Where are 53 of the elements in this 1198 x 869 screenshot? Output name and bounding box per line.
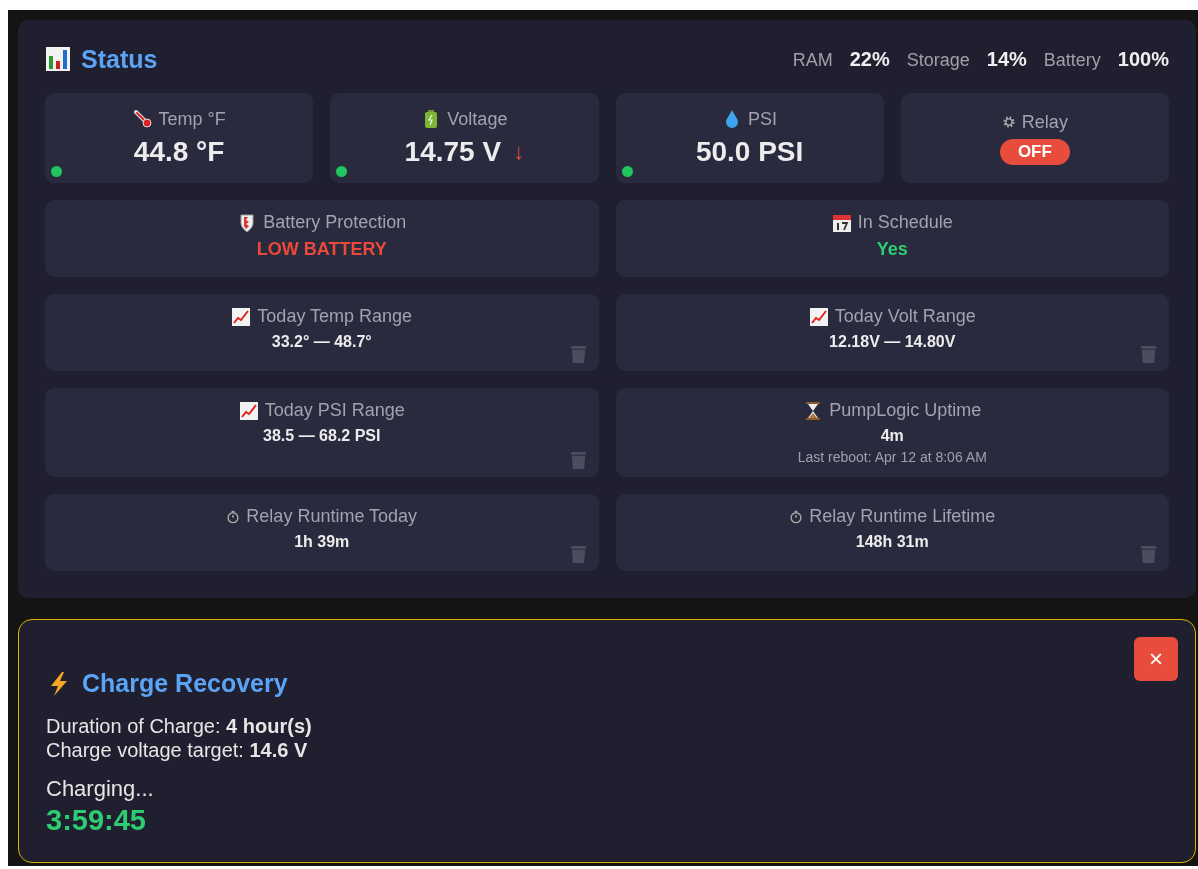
recovery-title: Charge Recovery <box>82 669 288 698</box>
rising-chart-icon <box>231 306 252 327</box>
trash-icon[interactable] <box>1140 545 1157 564</box>
card-value: LOW BATTERY <box>256 239 387 260</box>
card-label: Today PSI Range <box>264 400 405 421</box>
stat-value: 22% <box>849 47 890 71</box>
rising-chart-icon <box>238 400 259 421</box>
sensor-label: Voltage <box>447 108 508 130</box>
trash-icon[interactable] <box>569 451 587 470</box>
stat-label: Storage <box>906 49 970 71</box>
sensor-label: Temp °F <box>158 108 226 130</box>
reboot-note: Last reboot: Apr 12 at 8:06 AM <box>797 449 987 465</box>
countdown-timer: 3:59:45 <box>46 804 147 837</box>
charge-setting: Charge voltage target: 14.6 V <box>46 738 309 762</box>
card-value: 4m <box>880 427 904 445</box>
bar-chart-icon <box>45 46 71 72</box>
card-value: Yes <box>876 239 908 260</box>
charging-status: Charging... <box>46 776 155 802</box>
thermometer-icon <box>132 109 153 129</box>
trash-icon[interactable] <box>569 345 587 364</box>
card-label: Relay Runtime Today <box>246 506 418 527</box>
sensor-value: 50.0 PSI <box>695 135 804 168</box>
sensor-value: 14.75 V <box>404 135 502 168</box>
card-value: 1h 39m <box>294 533 350 551</box>
card-label: Relay Runtime Lifetime <box>809 506 996 527</box>
trend-arrow: ↓ <box>513 138 525 165</box>
charge-setting: Duration of Charge: 4 hour(s) <box>46 714 313 738</box>
calendar-icon <box>831 212 852 233</box>
trash-icon[interactable] <box>1140 345 1157 364</box>
card-value: 148h 31m <box>855 533 929 551</box>
sensor-label: PSI <box>748 108 778 130</box>
card-label: Today Temp Range <box>257 306 413 327</box>
sensor-label: Relay <box>1021 111 1068 133</box>
sensor-value: 44.8 °F <box>133 135 225 168</box>
stat-label: Battery <box>1043 49 1101 71</box>
card-value: 33.2° — 48.7° <box>271 333 372 351</box>
status-title: Status <box>81 44 158 74</box>
stat-value: 14% <box>986 47 1027 71</box>
close-button[interactable]: × <box>1134 637 1178 681</box>
rising-chart-icon <box>808 306 829 327</box>
stat-label: RAM <box>792 49 833 71</box>
stopwatch-icon <box>789 509 804 524</box>
card-value: 12.18V — 14.80V <box>829 333 956 351</box>
card-value: 38.5 — 68.2 PSI <box>263 427 381 445</box>
trash-icon[interactable] <box>569 545 587 564</box>
card-label: PumpLogic Uptime <box>829 400 982 421</box>
card-label: Battery Protection <box>263 212 407 233</box>
stat-value: 100% <box>1117 47 1169 71</box>
gear-icon <box>1001 115 1016 129</box>
relay-toggle[interactable]: OFF <box>999 138 1070 165</box>
card-label: Today Volt Range <box>834 306 976 327</box>
card-label: In Schedule <box>857 212 953 233</box>
stopwatch-icon <box>226 509 241 524</box>
